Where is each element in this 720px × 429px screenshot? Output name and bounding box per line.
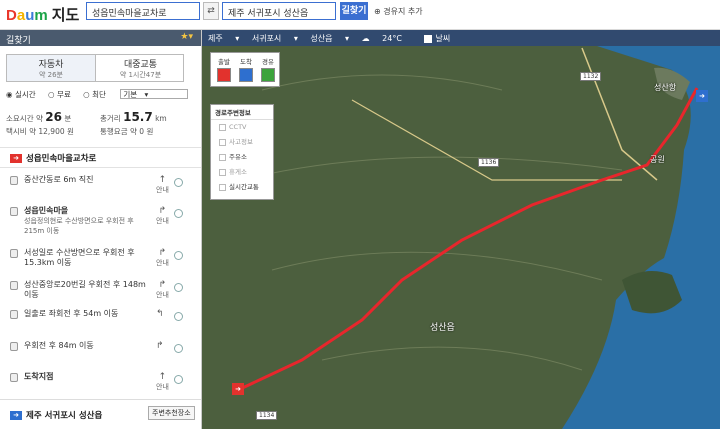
label-seongsan-port: 성산항	[654, 83, 677, 92]
radio-realtime[interactable]: ◉ 실시간	[6, 90, 41, 99]
app-title: 지도	[51, 7, 80, 24]
route-panel: 길찾기 ★▾ 자동차 약 26분 대중교통 약 1시간47분 ◉ 실시간 ○ 무…	[0, 30, 202, 429]
route-step[interactable]: 도착지점 ↑ 안내	[0, 372, 196, 394]
route-summary: 소요시간 약 26 분 총거리 15.7 km 택시비 약 12,900 원 통…	[6, 110, 167, 136]
weather-toggle[interactable]: 날씨	[424, 34, 460, 43]
tab-transit[interactable]: 대중교통 약 1시간47분	[96, 55, 185, 81]
route-options: ◉ 실시간 ○ 무료 ○ 최단 기본 ▾	[6, 89, 193, 100]
road-number: 1136	[478, 158, 500, 167]
sea-area	[562, 46, 720, 429]
travel-time: 26	[45, 110, 62, 124]
layer-rest-area[interactable]: 휴게소	[211, 163, 273, 178]
destination-input[interactable]: 제주 서귀포시 성산읍	[222, 2, 336, 20]
plus-icon: ⊕	[374, 7, 384, 16]
city-selector[interactable]: 서귀포시 ▾	[252, 34, 298, 43]
view-icon[interactable]	[174, 209, 183, 218]
start-point[interactable]: ➜ 성읍민속마을교차로	[10, 152, 96, 164]
waypoint-marker-icon	[261, 68, 275, 82]
view-icon[interactable]	[174, 312, 183, 321]
direction-icon	[10, 249, 18, 258]
tab-car[interactable]: 자동차 약 26분	[7, 55, 96, 81]
direction-icon	[10, 310, 18, 319]
divider	[0, 147, 201, 148]
marker-legend: 출발 도착 경유	[210, 52, 280, 87]
end-point[interactable]: ➜ 제주 서귀포시 성산읍 주변추천장소	[0, 399, 201, 429]
label-park: 공원	[650, 155, 665, 164]
view-icon[interactable]	[174, 283, 183, 292]
daum-logo[interactable]: Daum 지도	[6, 4, 79, 25]
turn-guide: ↱ 안내	[156, 206, 169, 225]
turn-guide: ↑ 안내	[156, 372, 169, 391]
map-location-bar: 제주 ▾ 서귀포시 ▾ 성산읍 ▾ ☁ 24°C 날씨	[202, 30, 720, 46]
region-selector[interactable]: 제주 ▾	[208, 34, 239, 43]
route-type-select[interactable]: 기본 ▾	[120, 89, 189, 99]
top-bar: Daum 지도 성읍민속마을교차로 ⇄ 제주 서귀포시 성산읍 길찾기 ⊕ 경유지…	[0, 0, 720, 30]
turn-guide: ↱ 안내	[156, 248, 169, 267]
route-step[interactable]: 서성일로 수산방면으로 우회전 후 15.3km 이동 ↱ 안내	[0, 248, 196, 278]
direction-icon	[10, 342, 18, 351]
view-icon[interactable]	[174, 344, 183, 353]
legend-end[interactable]: 도착	[236, 56, 256, 82]
search-route-button[interactable]: 길찾기	[340, 2, 368, 20]
road-number: 1134	[256, 411, 278, 420]
route-step[interactable]: 일출로 좌회전 후 54m 이동 ↰	[0, 309, 196, 331]
end-flag-icon: ➜	[10, 411, 22, 420]
layer-gas-station[interactable]: 주유소	[211, 148, 273, 163]
total-distance: 15.7	[123, 110, 153, 124]
end-marker-icon[interactable]: ➜	[696, 90, 708, 102]
satellite-map	[237, 46, 720, 429]
label-seongsan-town: 성산읍	[430, 323, 455, 333]
taxi-fare: 약 12,900 원	[29, 127, 74, 136]
legend-waypoint[interactable]: 경유	[258, 56, 278, 82]
panel-header: 길찾기 ★▾	[0, 30, 201, 46]
layer-accident[interactable]: 사고정보	[211, 133, 273, 148]
view-icon[interactable]	[174, 178, 183, 187]
route-step[interactable]: 우회전 후 84m 이동 ↱	[0, 341, 196, 363]
road-1136	[351, 99, 622, 181]
turn-guide: ↱	[156, 341, 164, 351]
layer-traffic[interactable]: 실시간교통	[211, 178, 273, 193]
add-waypoint-link[interactable]: ⊕ 경유지 추가	[374, 6, 423, 17]
direction-icon	[10, 176, 18, 185]
toll-fare: 약 0 원	[130, 127, 154, 136]
direction-icon	[10, 281, 18, 290]
weather-icon: ☁	[361, 34, 373, 43]
radio-free[interactable]: ○ 무료	[48, 90, 76, 99]
route-step[interactable]: 중산간동로 6m 직진 ↑ 안내	[0, 175, 196, 199]
layer-cctv[interactable]: CCTV	[211, 120, 273, 133]
divider	[0, 167, 201, 168]
route-info-layers: 경로주변정보 CCTV 사고정보 주유소 휴게소 실시간교통	[210, 104, 274, 200]
radio-shortest[interactable]: ○ 최단	[83, 90, 111, 99]
nearby-recommend-button[interactable]: 주변추천장소	[148, 406, 195, 420]
view-icon[interactable]	[174, 375, 183, 384]
direction-icon	[10, 207, 18, 216]
end-marker-icon	[239, 68, 253, 82]
route-step[interactable]: 성산중앙로20번길 우회전 후 148m 이동 ↱ 안내	[0, 280, 196, 306]
origin-input[interactable]: 성읍민속마을교차로	[86, 2, 200, 20]
route-step[interactable]: 성읍민속마을 성읍정의현로 수산방면으로 우회전 후 215m 이동 ↱ 안내	[0, 206, 196, 246]
road-1132	[581, 47, 658, 181]
start-marker-icon	[217, 68, 231, 82]
transport-mode-tabs: 자동차 약 26분 대중교통 약 1시간47분	[6, 54, 184, 82]
checkbox-icon	[424, 34, 433, 43]
turn-guide: ↱ 안내	[156, 280, 169, 299]
legend-start[interactable]: 출발	[214, 56, 234, 82]
turn-guide: ↑ 안내	[156, 175, 169, 194]
map-view[interactable]: 제주 ▾ 서귀포시 ▾ 성산읍 ▾ ☁ 24°C 날씨 출발 도착 경유 경로주…	[202, 30, 720, 429]
road-number: 1132	[580, 72, 602, 81]
favorite-star-icon[interactable]: ★▾	[180, 32, 193, 42]
direction-icon	[10, 373, 18, 382]
start-marker-icon[interactable]: ➜	[232, 383, 244, 395]
turn-guide: ↰	[156, 309, 164, 319]
weather-info: ☁ 24°C	[361, 34, 402, 43]
start-flag-icon: ➜	[10, 154, 22, 163]
swap-icon[interactable]: ⇄	[203, 2, 219, 20]
view-icon[interactable]	[174, 251, 183, 260]
town-selector[interactable]: 성산읍 ▾	[310, 34, 349, 43]
